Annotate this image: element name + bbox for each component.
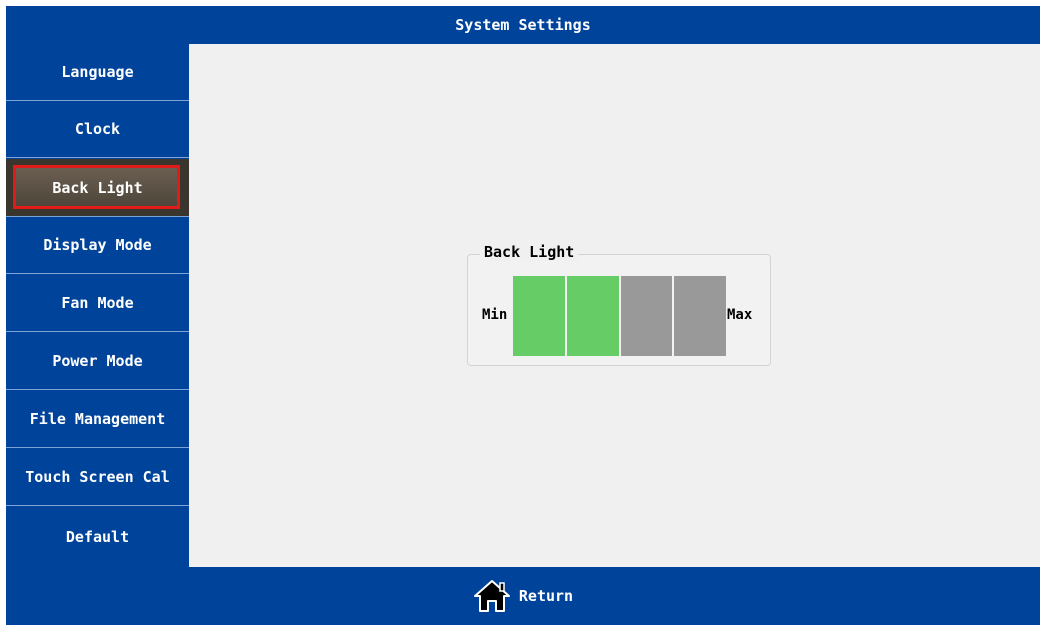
sidebar-item-default[interactable]: Default — [6, 507, 189, 567]
level-segment[interactable] — [674, 276, 726, 356]
page-title: System Settings — [455, 16, 591, 34]
sidebar-item-label: Power Mode — [52, 352, 143, 370]
level-segment[interactable] — [620, 276, 673, 356]
content-area: Back Light Min Max — [189, 44, 1040, 567]
sidebar-item-label: Display Mode — [43, 236, 152, 254]
sidebar-item-label: Touch Screen Cal — [25, 468, 170, 486]
sidebar-item-fan-mode[interactable]: Fan Mode — [6, 275, 189, 332]
sidebar-item-display-mode[interactable]: Display Mode — [6, 217, 189, 274]
group-title: Back Light — [480, 243, 579, 261]
min-label: Min — [482, 307, 508, 323]
sidebar-item-label: File Management — [29, 410, 166, 428]
sidebar-item-touch-screen-cal[interactable]: Touch Screen Cal — [6, 449, 189, 506]
sidebar: Language Clock Back Light Display Mode F… — [6, 44, 189, 567]
level-segment[interactable] — [566, 276, 619, 356]
backlight-level-bar[interactable] — [513, 276, 726, 356]
sidebar-item-label: Fan Mode — [61, 294, 134, 312]
title-bar: System Settings — [6, 6, 1040, 44]
sidebar-item-back-light[interactable]: Back Light — [6, 159, 189, 217]
app-frame: System Settings Language Clock Back Ligh… — [6, 6, 1040, 625]
sidebar-item-label: Clock — [74, 120, 121, 138]
sidebar-item-label: Default — [65, 528, 130, 546]
home-icon — [473, 580, 510, 612]
sidebar-item-language[interactable]: Language — [6, 44, 189, 101]
sidebar-item-clock[interactable]: Clock — [6, 101, 189, 158]
sidebar-item-label: Back Light — [52, 178, 143, 197]
sidebar-item-power-mode[interactable]: Power Mode — [6, 333, 189, 390]
backlight-group: Back Light Min Max — [467, 243, 771, 366]
level-segment[interactable] — [513, 276, 565, 356]
return-label: Return — [518, 587, 574, 605]
return-button[interactable]: Return — [6, 567, 1040, 625]
sidebar-item-label: Language — [61, 63, 134, 81]
max-label: Max — [727, 307, 753, 323]
sidebar-item-file-management[interactable]: File Management — [6, 391, 189, 448]
